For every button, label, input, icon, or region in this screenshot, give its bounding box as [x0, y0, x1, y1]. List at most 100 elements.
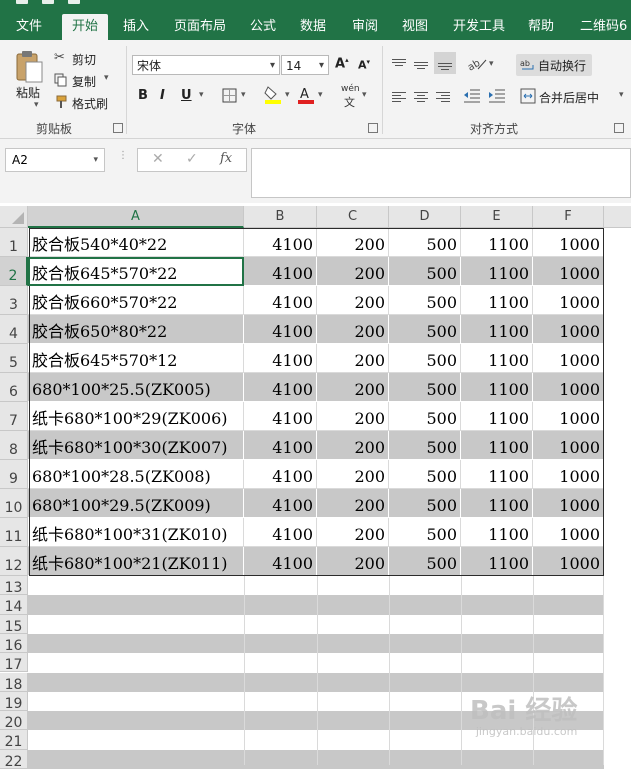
orientation-dropdown-icon[interactable]: ▾ [489, 59, 494, 69]
cell-a[interactable]: 纸卡680*100*30(ZK007) [28, 431, 244, 460]
cell-f[interactable]: 1000 [533, 402, 604, 431]
cell-c[interactable]: 200 [317, 489, 389, 518]
cell-b[interactable]: 4100 [244, 257, 317, 286]
row-header[interactable]: 14 [0, 595, 28, 615]
cell-b[interactable]: 4100 [244, 286, 317, 315]
row-header[interactable]: 1 [0, 228, 28, 257]
align-center-icon[interactable] [414, 90, 428, 104]
merge-dropdown-icon[interactable]: ▾ [619, 90, 624, 100]
redo-icon[interactable] [68, 0, 80, 4]
font-size-combo[interactable]: 14 ▾ [281, 55, 329, 75]
cell-b[interactable]: 4100 [244, 228, 317, 257]
insert-function-icon[interactable]: fx [220, 151, 232, 166]
formula-input[interactable] [251, 148, 631, 198]
row-header[interactable]: 6 [0, 373, 28, 402]
row-header[interactable]: 17 [0, 653, 28, 673]
orientation-icon[interactable]: ab [466, 56, 488, 72]
cell-d[interactable]: 500 [389, 286, 461, 315]
row-header[interactable]: 10 [0, 489, 28, 518]
grow-font-button[interactable]: A▴ [335, 56, 349, 71]
cell-a[interactable]: 纸卡680*100*21(ZK011) [28, 547, 244, 576]
paste-dropdown-icon[interactable]: ▾ [34, 100, 39, 110]
align-left-icon[interactable] [392, 90, 406, 104]
cell-d[interactable]: 500 [389, 373, 461, 402]
cell-a[interactable]: 胶合板650*80*22 [28, 315, 244, 344]
cell-e[interactable]: 1100 [461, 518, 533, 547]
row-header[interactable]: 19 [0, 691, 28, 712]
cell-e[interactable]: 1100 [461, 344, 533, 373]
cell-f[interactable]: 1000 [533, 286, 604, 315]
cell-b[interactable]: 4100 [244, 402, 317, 431]
phonetic-guide-button[interactable]: wén [341, 84, 360, 94]
tab-view[interactable]: 视图 [392, 14, 438, 40]
column-header-a[interactable]: A [28, 206, 244, 228]
cell-b[interactable]: 4100 [244, 373, 317, 402]
save-icon[interactable] [16, 0, 28, 4]
cell-e[interactable]: 1100 [461, 286, 533, 315]
cell-c[interactable]: 200 [317, 547, 389, 576]
copy-dropdown-icon[interactable]: ▾ [104, 73, 109, 83]
cell-e[interactable]: 1100 [461, 373, 533, 402]
row-header[interactable]: 7 [0, 402, 28, 431]
border-dropdown-icon[interactable]: ▾ [241, 90, 246, 100]
cell-d[interactable]: 500 [389, 489, 461, 518]
cell-a[interactable]: 胶合板540*40*22 [28, 228, 244, 257]
cell-a[interactable]: 纸卡680*100*31(ZK010) [28, 518, 244, 547]
cell-e[interactable]: 1100 [461, 228, 533, 257]
underline-dropdown-icon[interactable]: ▾ [199, 90, 204, 100]
cell-f[interactable]: 1000 [533, 460, 604, 489]
cell-e[interactable]: 1100 [461, 489, 533, 518]
clipboard-launcher-icon[interactable] [113, 123, 123, 133]
decrease-indent-icon[interactable] [463, 88, 481, 104]
cell-c[interactable]: 200 [317, 257, 389, 286]
tab-file[interactable]: 文件 [6, 14, 52, 40]
cell-c[interactable]: 200 [317, 315, 389, 344]
phonetic-dropdown-icon[interactable]: ▾ [362, 90, 367, 100]
underline-button[interactable]: U [181, 88, 192, 103]
cell-e[interactable]: 1100 [461, 402, 533, 431]
cell-c[interactable]: 200 [317, 460, 389, 489]
cell-a[interactable]: 680*100*25.5(ZK005) [28, 373, 244, 402]
row-header[interactable]: 9 [0, 460, 28, 489]
row-header[interactable]: 22 [0, 749, 28, 770]
column-header-d[interactable]: D [389, 206, 461, 228]
cell-c[interactable]: 200 [317, 344, 389, 373]
font-color-dropdown-icon[interactable]: ▾ [318, 90, 323, 100]
merge-center-icon[interactable] [520, 88, 536, 104]
cell-e[interactable]: 1100 [461, 460, 533, 489]
cell-e[interactable]: 1100 [461, 257, 533, 286]
italic-button[interactable]: I [160, 88, 165, 103]
tab-developer[interactable]: 开发工具 [443, 14, 515, 40]
cell-b[interactable]: 4100 [244, 489, 317, 518]
row-header[interactable]: 16 [0, 633, 28, 654]
cell-b[interactable]: 4100 [244, 460, 317, 489]
row-header[interactable]: 15 [0, 614, 28, 635]
cell-d[interactable]: 500 [389, 315, 461, 344]
increase-indent-icon[interactable] [488, 88, 506, 104]
cell-b[interactable]: 4100 [244, 547, 317, 576]
cell-c[interactable]: 200 [317, 286, 389, 315]
shrink-font-button[interactable]: A▾ [358, 58, 370, 72]
name-box[interactable]: A2 ▾ [5, 148, 105, 172]
cell-d[interactable]: 500 [389, 431, 461, 460]
cell-f[interactable]: 1000 [533, 489, 604, 518]
column-header-f[interactable]: F [533, 206, 604, 228]
cell-d[interactable]: 500 [389, 344, 461, 373]
enter-icon[interactable]: ✓ [186, 151, 198, 167]
align-middle-icon[interactable] [414, 60, 428, 71]
tab-help[interactable]: 帮助 [518, 14, 564, 40]
row-header[interactable]: 8 [0, 431, 28, 460]
row-header[interactable]: 11 [0, 518, 28, 547]
cell-d[interactable]: 500 [389, 228, 461, 257]
cut-button[interactable]: 剪切 [72, 51, 96, 68]
fill-color-dropdown-icon[interactable]: ▾ [285, 90, 290, 100]
undo-icon[interactable] [42, 0, 54, 4]
column-header-c[interactable]: C [317, 206, 389, 228]
tab-review[interactable]: 审阅 [342, 14, 388, 40]
column-header-e[interactable]: E [461, 206, 533, 228]
cell-e[interactable]: 1100 [461, 315, 533, 344]
cell-a[interactable]: 680*100*29.5(ZK009) [28, 489, 244, 518]
cell-d[interactable]: 500 [389, 257, 461, 286]
cell-c[interactable]: 200 [317, 431, 389, 460]
cell-c[interactable]: 200 [317, 228, 389, 257]
